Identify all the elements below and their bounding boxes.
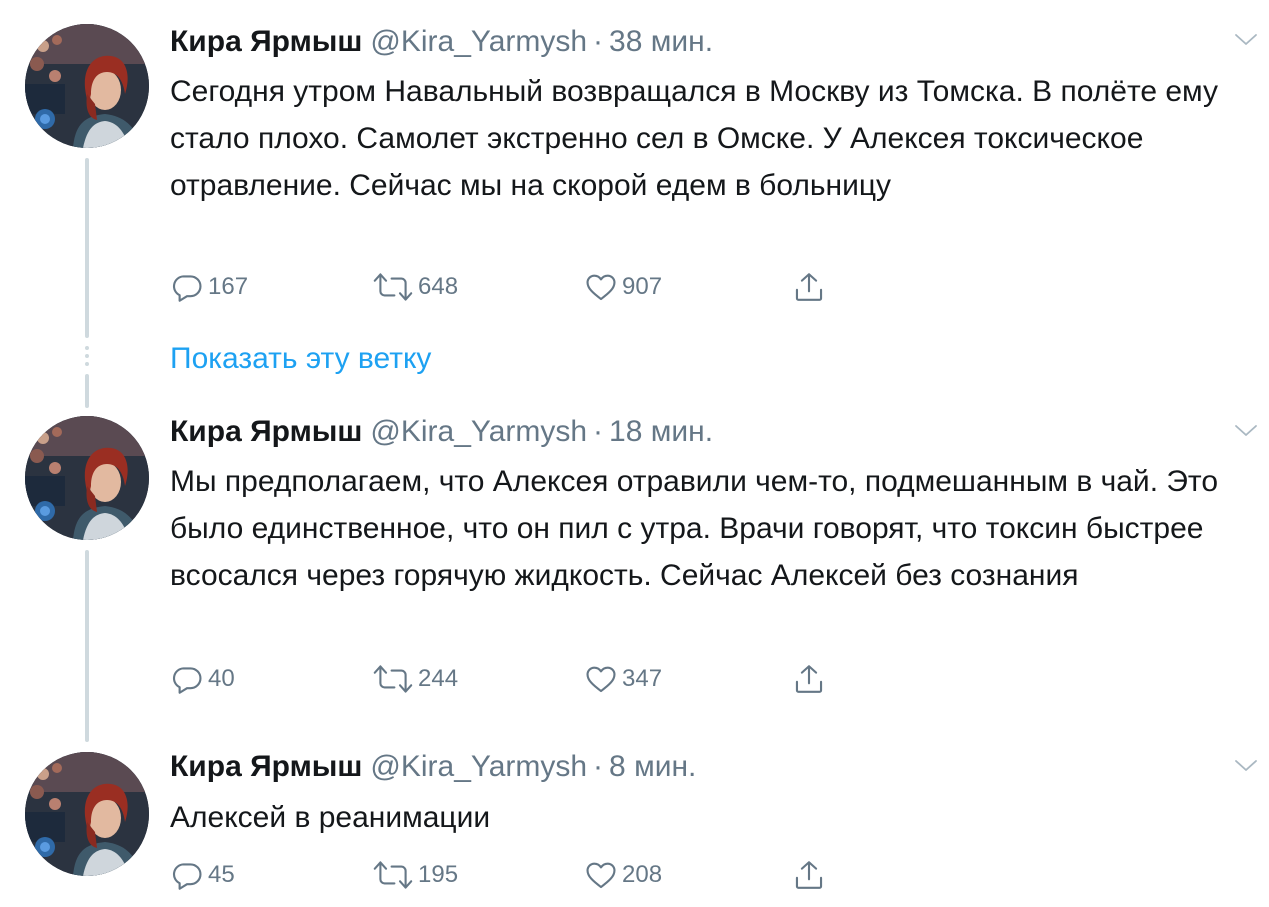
like-icon	[584, 858, 618, 892]
thread-connector	[85, 550, 89, 742]
timestamp[interactable]: 18 мин.	[609, 415, 713, 448]
tweet-actions: 167 648 907	[170, 270, 870, 306]
tweet-text: Алексей в реанимации	[170, 801, 491, 834]
avatar[interactable]	[25, 416, 149, 540]
tweet-text: Мы предполагаем, что Алексея отравили че…	[170, 465, 1219, 592]
share-icon	[792, 270, 826, 304]
like-count: 208	[622, 861, 663, 888]
reply-button[interactable]: 40	[170, 662, 235, 696]
reply-icon	[170, 270, 204, 304]
thread-gap-dots	[85, 346, 89, 370]
thread-connector	[85, 158, 89, 338]
share-icon	[792, 662, 826, 696]
retweet-count: 244	[418, 665, 459, 692]
tweet-text: Сегодня утром Навальный возвращался в Мо…	[170, 75, 1219, 202]
author-name[interactable]: Кира Ярмыш	[170, 25, 362, 58]
reply-icon	[170, 662, 204, 696]
retweet-count: 195	[418, 861, 459, 888]
share-icon	[792, 858, 826, 892]
reply-count: 40	[208, 665, 235, 692]
retweet-button[interactable]: 244	[372, 662, 458, 696]
chevron-down-icon[interactable]	[1232, 30, 1260, 50]
tweet-header: Кира Ярмыш @Kira_Yarmysh · 18 мин.	[170, 414, 713, 450]
timestamp[interactable]: 8 мин.	[609, 750, 696, 783]
like-icon	[584, 270, 618, 304]
share-button[interactable]	[792, 662, 826, 696]
thread-connector	[85, 374, 89, 408]
author-name[interactable]: Кира Ярмыш	[170, 415, 362, 448]
like-button[interactable]: 208	[584, 858, 662, 892]
tweet-actions: 40 244 347	[170, 662, 870, 698]
author-name[interactable]: Кира Ярмыш	[170, 750, 362, 783]
reply-button[interactable]: 45	[170, 858, 235, 892]
retweet-button[interactable]: 195	[372, 858, 458, 892]
avatar[interactable]	[25, 24, 149, 148]
author-handle[interactable]: @Kira_Yarmysh	[370, 25, 587, 58]
chevron-down-icon[interactable]	[1232, 756, 1260, 776]
like-count: 347	[622, 665, 663, 692]
separator: ·	[593, 750, 604, 783]
avatar[interactable]	[25, 752, 149, 876]
tweet-header: Кира Ярмыш @Kira_Yarmysh · 38 мин.	[170, 24, 713, 60]
like-icon	[584, 662, 618, 696]
share-button[interactable]	[792, 858, 826, 892]
separator: ·	[593, 25, 604, 58]
retweet-count: 648	[418, 273, 459, 300]
chevron-down-icon[interactable]	[1232, 421, 1260, 441]
reply-button[interactable]: 167	[170, 270, 248, 304]
like-count: 907	[622, 273, 663, 300]
author-handle[interactable]: @Kira_Yarmysh	[370, 415, 587, 448]
like-button[interactable]: 907	[584, 270, 662, 304]
retweet-icon	[372, 858, 414, 892]
retweet-icon	[372, 270, 414, 304]
reply-count: 45	[208, 861, 235, 888]
share-button[interactable]	[792, 270, 826, 304]
separator: ·	[593, 415, 604, 448]
tweet-actions: 45 195 208	[170, 858, 870, 894]
show-thread-link[interactable]: Показать эту ветку	[170, 340, 431, 378]
timestamp[interactable]: 38 мин.	[609, 25, 713, 58]
reply-icon	[170, 858, 204, 892]
tweet-header: Кира Ярмыш @Kira_Yarmysh · 8 мин.	[170, 749, 696, 785]
like-button[interactable]: 347	[584, 662, 662, 696]
author-handle[interactable]: @Kira_Yarmysh	[370, 750, 587, 783]
reply-count: 167	[208, 273, 249, 300]
retweet-icon	[372, 662, 414, 696]
retweet-button[interactable]: 648	[372, 270, 458, 304]
